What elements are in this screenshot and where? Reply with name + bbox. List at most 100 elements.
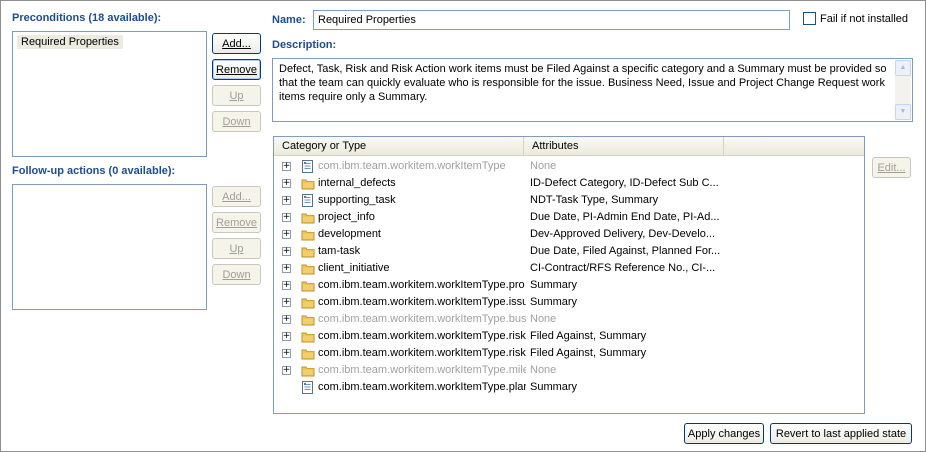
followup-up-button[interactable]: Up: [212, 238, 261, 259]
table-row[interactable]: com.ibm.team.workitem.workItemType.plar S…: [274, 379, 864, 396]
name-label: Name:: [272, 14, 306, 26]
row-attributes: Filed Against, Summary: [530, 347, 647, 359]
table-row[interactable]: + supporting_task NDT-Task Type, Summary: [274, 192, 864, 209]
expand-icon[interactable]: +: [282, 315, 291, 324]
row-attributes: ID-Defect Category, ID-Defect Sub C...: [530, 177, 719, 189]
followup-label: Follow-up actions (0 available):: [12, 165, 176, 177]
preconditions-list[interactable]: Required Properties: [12, 31, 207, 157]
row-category-name: development: [318, 228, 381, 240]
folder-icon: [301, 296, 315, 309]
scroll-up-icon[interactable]: ▲: [895, 60, 911, 76]
folder-icon: [301, 245, 315, 258]
row-attributes: CI-Contract/RFS Reference No., CI-...: [530, 262, 716, 274]
column-header-category[interactable]: Category or Type: [274, 137, 524, 156]
folder-icon: [301, 177, 315, 190]
row-attributes: Due Date, PI-Admin End Date, PI-Ad...: [530, 211, 720, 223]
expand-icon[interactable]: +: [282, 213, 291, 222]
expand-icon[interactable]: +: [282, 247, 291, 256]
description-text: Defect, Task, Risk and Risk Action work …: [279, 63, 887, 103]
column-header-attributes[interactable]: Attributes: [524, 137, 724, 156]
table-row[interactable]: + com.ibm.team.workitem.workItemType None: [274, 158, 864, 175]
row-category-name: com.ibm.team.workitem.workItemType: [318, 160, 506, 172]
expand-icon[interactable]: +: [282, 332, 291, 341]
list-item[interactable]: Required Properties: [17, 35, 123, 49]
row-category-name: project_info: [318, 211, 375, 223]
row-category-name: com.ibm.team.workitem.workItemType.mile: [318, 364, 526, 376]
expand-icon[interactable]: +: [282, 281, 291, 290]
table-row[interactable]: + com.ibm.team.workitem.workItemType.issu…: [274, 294, 864, 311]
preconditions-down-button[interactable]: Down: [212, 111, 261, 132]
expand-icon[interactable]: +: [282, 298, 291, 307]
preconditions-remove-button[interactable]: Remove: [212, 59, 261, 80]
followup-add-button[interactable]: Add...: [212, 186, 261, 207]
expand-icon[interactable]: +: [282, 366, 291, 375]
followup-remove-button[interactable]: Remove: [212, 212, 261, 233]
name-input[interactable]: Required Properties: [313, 10, 790, 30]
row-category-name: com.ibm.team.workitem.workItemType.pro: [318, 279, 525, 291]
folder-icon: [301, 228, 315, 241]
scroll-down-icon[interactable]: ▼: [895, 104, 911, 120]
row-attributes: Summary: [530, 381, 578, 393]
table-header: Category or Type Attributes: [274, 137, 864, 156]
folder-icon: [301, 313, 315, 326]
row-attributes: None: [530, 364, 557, 376]
row-category-name: internal_defects: [318, 177, 396, 189]
row-attributes: Summary: [530, 279, 578, 291]
table-row[interactable]: + project_info Due Date, PI-Admin End Date…: [274, 209, 864, 226]
preconditions-add-button[interactable]: Add...: [212, 33, 261, 54]
apply-changes-button[interactable]: Apply changes: [684, 423, 764, 444]
expand-icon[interactable]: +: [282, 179, 291, 188]
folder-icon: [301, 330, 315, 343]
expand-icon[interactable]: +: [282, 230, 291, 239]
folder-icon: [301, 364, 315, 377]
row-category-name: com.ibm.team.workitem.workItemType.issu: [318, 296, 526, 308]
table-row[interactable]: + com.ibm.team.workitem.workItemType.pro S…: [274, 277, 864, 294]
checkbox-box[interactable]: [803, 12, 816, 25]
row-category-name: tam-task: [318, 245, 361, 257]
revert-button[interactable]: Revert to last applied state: [770, 423, 912, 444]
category-tree-table[interactable]: Category or Type Attributes + com.ibm.tea…: [273, 136, 865, 414]
expand-icon[interactable]: +: [282, 349, 291, 358]
folder-icon: [301, 279, 315, 292]
folder-icon: [301, 347, 315, 360]
workitem-type-icon: [301, 160, 314, 173]
folder-icon: [301, 211, 315, 224]
expand-icon[interactable]: +: [282, 196, 291, 205]
edit-button[interactable]: Edit...: [872, 157, 911, 178]
row-attributes: Dev-Approved Delivery, Dev-Develo...: [530, 228, 716, 240]
table-row[interactable]: + internal_defects ID-Defect Category, ID-…: [274, 175, 864, 192]
folder-icon: [301, 262, 315, 275]
description-scrollbar[interactable]: ▲ ▼: [895, 60, 911, 120]
table-row[interactable]: + client_initiative CI-Contract/RFS Refere…: [274, 260, 864, 277]
row-attributes: None: [530, 313, 557, 325]
description-label: Description:: [272, 39, 337, 51]
row-category-name: com.ibm.team.workitem.workItemType.risk: [318, 330, 526, 342]
row-category-name: com.ibm.team.workitem.workItemType.bus: [318, 313, 526, 325]
row-category-name: com.ibm.team.workitem.workItemType.plar: [318, 381, 526, 393]
row-attributes: Summary: [530, 296, 578, 308]
table-row[interactable]: + com.ibm.team.workitem.workItemType.risk…: [274, 345, 864, 362]
row-category-name: com.ibm.team.workitem.workItemType.risk: [318, 347, 526, 359]
table-row[interactable]: + com.ibm.team.workitem.workItemType.mile…: [274, 362, 864, 379]
fail-if-not-installed-label: Fail if not installed: [820, 12, 909, 25]
workitem-type-icon: [301, 194, 314, 207]
row-attributes: None: [530, 160, 557, 172]
fail-if-not-installed-checkbox[interactable]: Fail if not installed: [803, 12, 908, 25]
row-attributes: Due Date, Filed Against, Planned For...: [530, 245, 721, 257]
expand-icon[interactable]: +: [282, 264, 291, 273]
preconditions-label: Preconditions (18 available):: [12, 12, 162, 24]
row-category-name: supporting_task: [318, 194, 396, 206]
followup-down-button[interactable]: Down: [212, 264, 261, 285]
preconditions-up-button[interactable]: Up: [212, 85, 261, 106]
table-row[interactable]: + com.ibm.team.workitem.workItemType.bus N…: [274, 311, 864, 328]
followup-list[interactable]: [12, 184, 207, 310]
description-textarea[interactable]: Defect, Task, Risk and Risk Action work …: [272, 58, 913, 122]
workitem-type-icon: [301, 381, 314, 394]
table-row[interactable]: + com.ibm.team.workitem.workItemType.risk…: [274, 328, 864, 345]
table-row[interactable]: + tam-task Due Date, Filed Against, Planne…: [274, 243, 864, 260]
table-row[interactable]: + development Dev-Approved Delivery, Dev-D…: [274, 226, 864, 243]
row-category-name: client_initiative: [318, 262, 390, 274]
row-attributes: Filed Against, Summary: [530, 330, 647, 342]
expand-icon[interactable]: +: [282, 162, 291, 171]
row-attributes: NDT-Task Type, Summary: [530, 194, 659, 206]
